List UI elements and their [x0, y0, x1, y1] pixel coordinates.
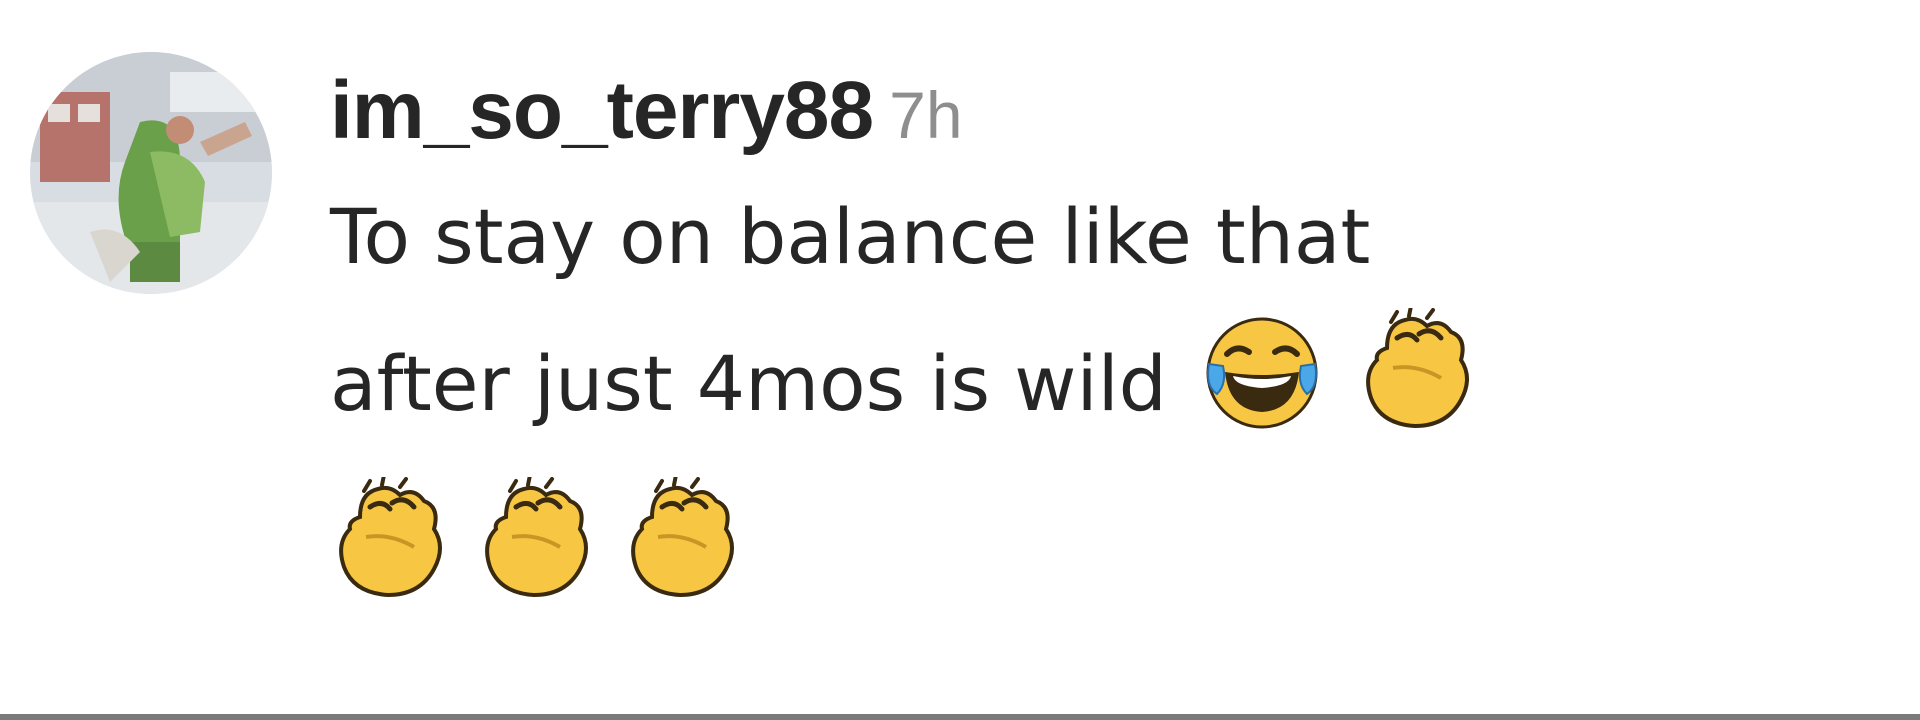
comment-text-line-3 — [330, 473, 1870, 646]
comment-username[interactable]: im_so_terry88 — [330, 65, 874, 156]
comment-text-line-2: after just 4mos is wild — [330, 304, 1870, 477]
comment-body: im_so_terry88 7h To stay on balance like … — [330, 50, 1870, 646]
comment-text-segment: after just 4mos is wild — [330, 339, 1167, 428]
comment-screenshot: im_so_terry88 7h To stay on balance like … — [0, 0, 1920, 720]
comment-text-segment: To stay on balance like that — [330, 192, 1371, 281]
comment-text-line-1: To stay on balance like that — [330, 166, 1870, 308]
clapping-hands-icon — [1357, 304, 1475, 477]
comment-item: im_so_terry88 7h To stay on balance like … — [30, 50, 1890, 650]
face-with-tears-of-joy-icon — [1203, 314, 1321, 477]
clapping-hands-icon — [622, 473, 740, 646]
avatar-photo-icon — [30, 52, 272, 294]
clapping-hands-icon — [330, 473, 448, 646]
divider-line — [0, 714, 1920, 720]
comment-timestamp[interactable]: 7h — [889, 78, 962, 152]
user-avatar[interactable] — [30, 52, 272, 294]
comment-text: To stay on balance like that after just … — [330, 166, 1870, 646]
clapping-hands-icon — [476, 473, 594, 646]
comment-header: im_so_terry88 7h — [330, 50, 1870, 172]
